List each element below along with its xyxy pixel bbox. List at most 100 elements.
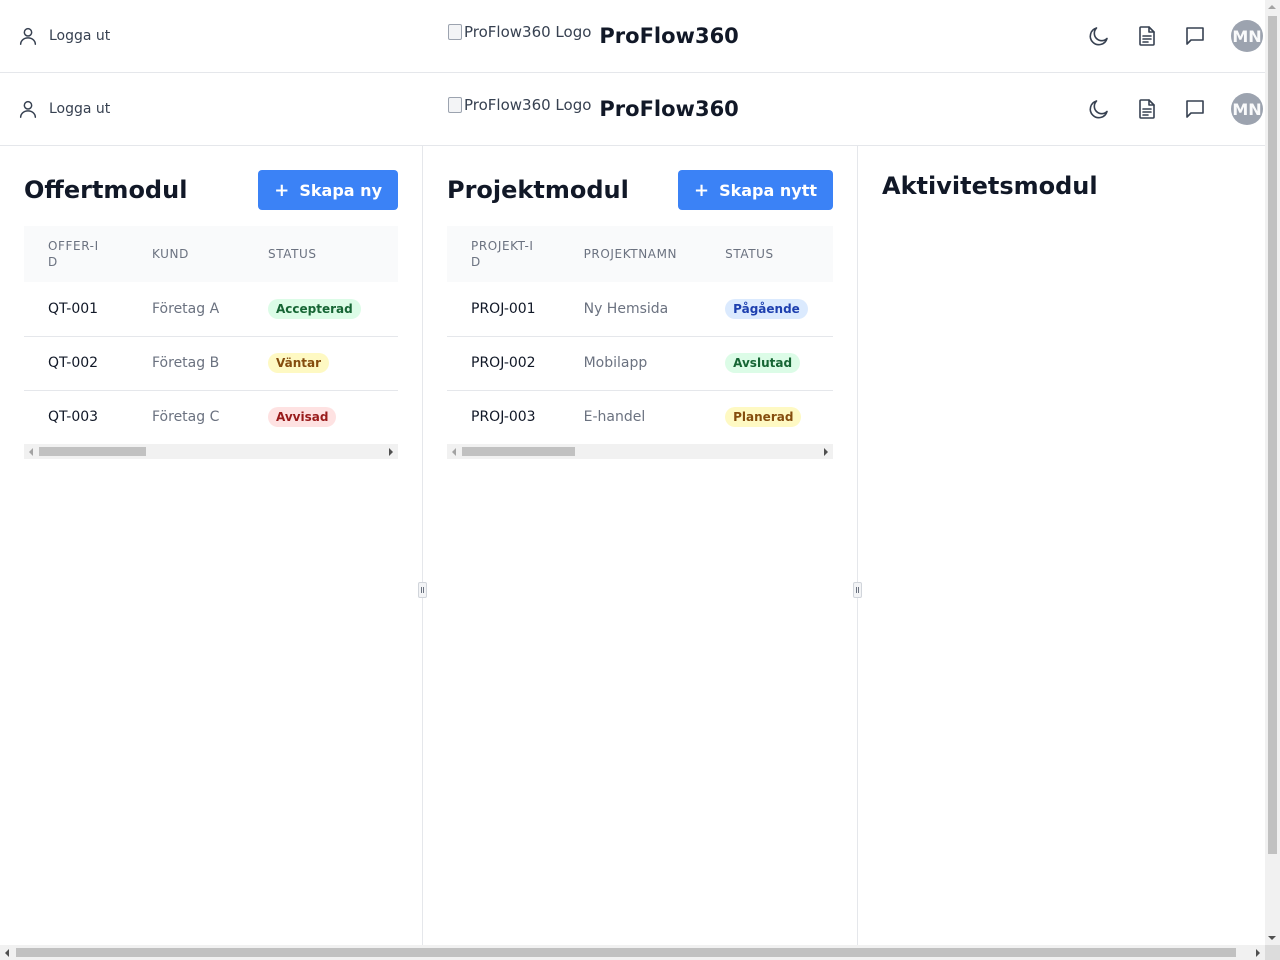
brand[interactable]: ProFlow360 Logo ProFlow360 <box>448 73 739 145</box>
broken-image-icon <box>448 24 462 40</box>
user-icon <box>19 100 37 118</box>
status-badge: Planerad <box>725 407 802 428</box>
status-badge: Väntar <box>268 353 330 373</box>
page-horizontal-scrollbar[interactable] <box>0 945 1265 960</box>
table-row[interactable]: QT-002 Företag B Väntar <box>24 336 398 391</box>
logout-button[interactable]: Logga ut <box>17 73 110 145</box>
column-header-offer-id[interactable]: OFFER-ID <box>24 226 128 282</box>
projekt-panel-header: Projektmodul + Skapa nytt <box>447 170 833 210</box>
status-badge: Avvisad <box>268 407 337 428</box>
logout-label: Logga ut <box>49 28 111 44</box>
table-row[interactable]: PROJ-003 E-handel Planerad <box>447 390 833 444</box>
status-badge: Avslutad <box>725 353 801 373</box>
brand-name: ProFlow360 <box>599 97 739 121</box>
plus-icon: + <box>274 179 290 201</box>
moon-icon[interactable] <box>1087 24 1111 48</box>
brand[interactable]: ProFlow360 Logo ProFlow360 <box>448 0 739 72</box>
create-project-label: Skapa nytt <box>719 180 817 200</box>
secondary-header: Logga ut ProFlow360 Logo ProFlow360 MN <box>0 73 1265 146</box>
offer-id: QT-002 <box>24 336 128 391</box>
column-header-label: PROJEKT-ID <box>471 239 534 269</box>
table-row[interactable]: QT-003 Företag C Avvisad <box>24 390 398 444</box>
status-badge: Accepterad <box>268 298 361 319</box>
plus-icon: + <box>694 179 710 201</box>
project-name: Mobilapp <box>559 336 702 391</box>
logo-alt-text: ProFlow360 Logo <box>464 23 592 41</box>
offert-table-wrap: OFFER-ID KUND STATUS QT-001 Företag A Ac… <box>24 226 398 444</box>
scrollbar-thumb[interactable] <box>462 447 575 456</box>
offert-panel: Offertmodul + Skapa ny OFFER-ID KUND STA… <box>0 146 427 945</box>
logo-alt-text: ProFlow360 Logo <box>464 96 592 114</box>
offert-title: Offertmodul <box>24 176 188 204</box>
brand-logo: ProFlow360 Logo <box>448 23 591 41</box>
scroll-down-icon[interactable] <box>1268 936 1276 940</box>
scroll-right-icon[interactable] <box>389 448 393 456</box>
module-panels: Offertmodul + Skapa ny OFFER-ID KUND STA… <box>0 146 1265 945</box>
column-header-status[interactable]: STATUS <box>244 226 398 282</box>
offert-panel-header: Offertmodul + Skapa ny <box>24 170 398 210</box>
moon-icon[interactable] <box>1087 97 1111 121</box>
column-header-projektnamn[interactable]: PROJEKTNAMN <box>559 226 702 282</box>
offer-id: QT-003 <box>48 409 99 426</box>
projekt-title: Projektmodul <box>447 176 629 204</box>
scroll-up-icon[interactable] <box>1268 5 1276 9</box>
scroll-right-icon[interactable] <box>824 448 828 456</box>
status-cell: Accepterad <box>244 282 398 337</box>
status-cell: Väntar <box>244 336 398 391</box>
status-cell: Avvisad <box>244 390 398 444</box>
projekt-table-wrap: PROJEKT-ID PROJEKTNAMN STATUS PROJ-001 N… <box>447 226 833 444</box>
avatar[interactable]: MN <box>1231 20 1263 52</box>
customer: Företag A <box>128 282 244 337</box>
offert-table-scrollbar[interactable] <box>24 444 398 459</box>
create-quote-button[interactable]: + Skapa ny <box>258 170 398 210</box>
table-row[interactable]: PROJ-001 Ny Hemsida Pågående <box>447 282 833 337</box>
project-id: PROJ-003 <box>471 409 536 426</box>
logout-label: Logga ut <box>49 101 111 117</box>
header-actions: MN <box>1087 73 1265 145</box>
offert-table: OFFER-ID KUND STATUS QT-001 Företag A Ac… <box>24 226 398 444</box>
aktivitet-title: Aktivitetsmodul <box>882 172 1098 200</box>
projekt-table-scrollbar[interactable] <box>447 444 833 459</box>
table-row[interactable]: PROJ-002 Mobilapp Avslutad <box>447 336 833 391</box>
status-badge: Pågående <box>725 298 808 319</box>
scroll-right-icon[interactable] <box>1256 949 1260 957</box>
offer-id: QT-001 <box>24 282 128 337</box>
scroll-left-icon[interactable] <box>29 448 33 456</box>
scrollbar-thumb[interactable] <box>39 447 146 456</box>
table-row[interactable]: QT-001 Företag A Accepterad <box>24 282 398 337</box>
customer: Företag B <box>128 336 244 391</box>
scroll-left-icon[interactable] <box>452 448 456 456</box>
scrollbar-thumb[interactable] <box>16 948 1236 957</box>
document-icon[interactable] <box>1135 24 1159 48</box>
brand-name: ProFlow360 <box>599 24 739 48</box>
avatar[interactable]: MN <box>1231 93 1263 125</box>
projekt-panel: Projektmodul + Skapa nytt PROJEKT-ID PRO… <box>423 146 862 945</box>
column-header-projekt-id[interactable]: PROJEKT-ID <box>447 226 560 282</box>
brand-logo: ProFlow360 Logo <box>448 96 591 114</box>
logout-button[interactable]: Logga ut <box>17 0 110 72</box>
project-id: PROJ-001 <box>447 282 560 337</box>
create-quote-label: Skapa ny <box>299 180 382 200</box>
header-actions: MN <box>1087 0 1265 72</box>
status-cell: Pågående <box>701 282 833 337</box>
chat-icon[interactable] <box>1183 97 1207 121</box>
user-icon <box>19 27 37 45</box>
column-header-label: OFFER-ID <box>48 239 99 269</box>
project-id: PROJ-002 <box>447 336 560 391</box>
chat-icon[interactable] <box>1183 24 1207 48</box>
scrollbar-thumb[interactable] <box>1268 16 1277 854</box>
broken-image-icon <box>448 97 462 113</box>
column-header-kund[interactable]: KUND <box>128 226 244 282</box>
scrollbar-corner <box>1265 945 1280 960</box>
scroll-left-icon[interactable] <box>5 949 9 957</box>
customer: Företag C <box>152 409 220 426</box>
status-cell: Planerad <box>701 390 833 444</box>
document-icon[interactable] <box>1135 97 1159 121</box>
project-name: E-handel <box>583 409 646 426</box>
projekt-table: PROJEKT-ID PROJEKTNAMN STATUS PROJ-001 N… <box>447 226 833 444</box>
column-header-status[interactable]: STATUS <box>701 226 833 282</box>
page-vertical-scrollbar[interactable] <box>1265 0 1280 945</box>
create-project-button[interactable]: + Skapa nytt <box>678 170 833 210</box>
app-viewport: Logga ut ProFlow360 Logo ProFlow360 MN L… <box>0 0 1265 945</box>
aktivitet-panel: Aktivitetsmodul <box>858 146 1265 945</box>
